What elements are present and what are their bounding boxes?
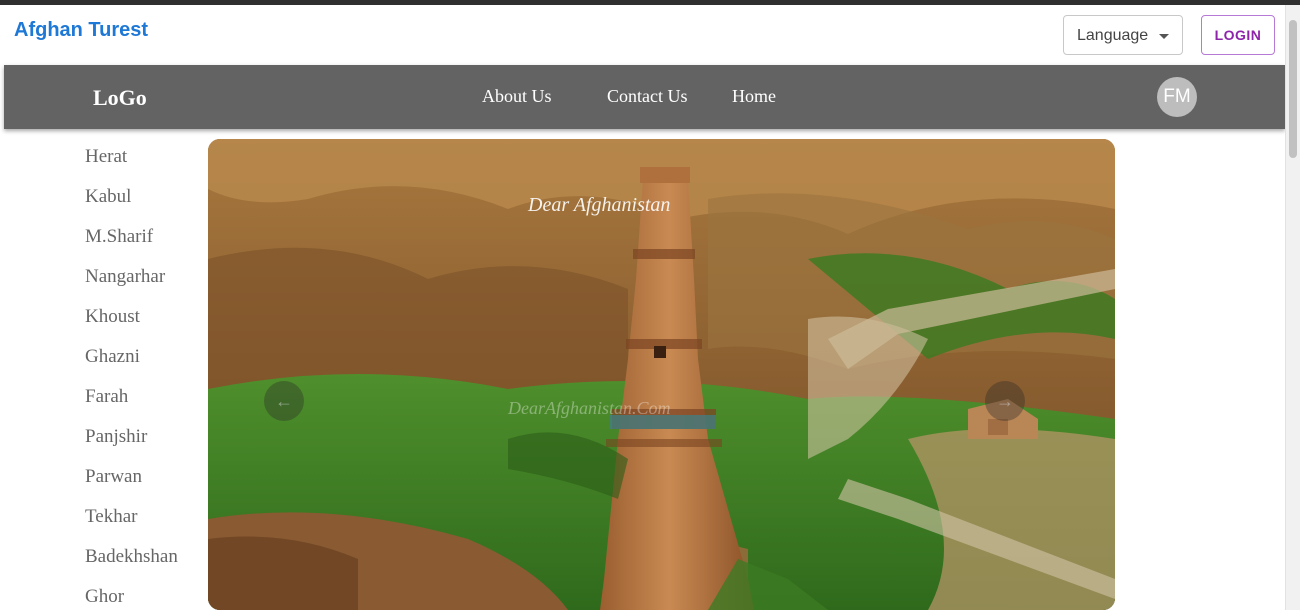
arrow-left-icon: ←: [275, 391, 293, 411]
brand-title[interactable]: Afghan Turest: [14, 19, 148, 42]
nav-link-home[interactable]: Home: [732, 86, 776, 107]
main-navbar: LoGo About Us Contact Us Home FM: [4, 65, 1285, 129]
app-header: Afghan Turest Language LOGIN: [4, 5, 1285, 65]
city-item-msharif[interactable]: M.Sharif: [85, 217, 200, 257]
city-item-herat[interactable]: Herat: [85, 137, 200, 177]
page-scrollbar[interactable]: [1285, 5, 1300, 610]
language-select[interactable]: Language: [1063, 15, 1183, 55]
chevron-down-icon: [1159, 34, 1169, 39]
city-item-tekhar[interactable]: Tekhar: [85, 497, 200, 537]
scrollbar-thumb[interactable]: [1289, 20, 1297, 158]
carousel-next-button[interactable]: →: [985, 381, 1025, 421]
city-item-panjshir[interactable]: Panjshir: [85, 417, 200, 457]
city-item-khoust[interactable]: Khoust: [85, 297, 200, 337]
login-button[interactable]: LOGIN: [1201, 15, 1275, 55]
image-carousel[interactable]: Dear Afghanistan DearAfghanistan.Com ← →: [208, 139, 1115, 610]
language-select-label: Language: [1077, 27, 1149, 44]
nav-link-about-us[interactable]: About Us: [482, 86, 552, 107]
city-item-kabul[interactable]: Kabul: [85, 177, 200, 217]
nav-link-contact-us[interactable]: Contact Us: [607, 86, 688, 107]
city-sidebar: Herat Kabul M.Sharif Nangarhar Khoust Gh…: [85, 137, 200, 610]
city-item-farah[interactable]: Farah: [85, 377, 200, 417]
city-item-nangarhar[interactable]: Nangarhar: [85, 257, 200, 297]
carousel-prev-button[interactable]: ←: [264, 381, 304, 421]
city-item-ghor[interactable]: Ghor: [85, 577, 200, 610]
arrow-right-icon: →: [996, 391, 1014, 411]
city-item-badekhshan[interactable]: Badekhshan: [85, 537, 200, 577]
site-logo[interactable]: LoGo: [93, 85, 147, 111]
user-avatar[interactable]: FM: [1157, 77, 1197, 117]
watermark-top: Dear Afghanistan: [527, 194, 670, 216]
minaret-of-jam-photo: Dear Afghanistan DearAfghanistan.Com: [208, 139, 1115, 610]
city-item-parwan[interactable]: Parwan: [85, 457, 200, 497]
city-item-ghazni[interactable]: Ghazni: [85, 337, 200, 377]
watermark-center: DearAfghanistan.Com: [507, 398, 671, 418]
